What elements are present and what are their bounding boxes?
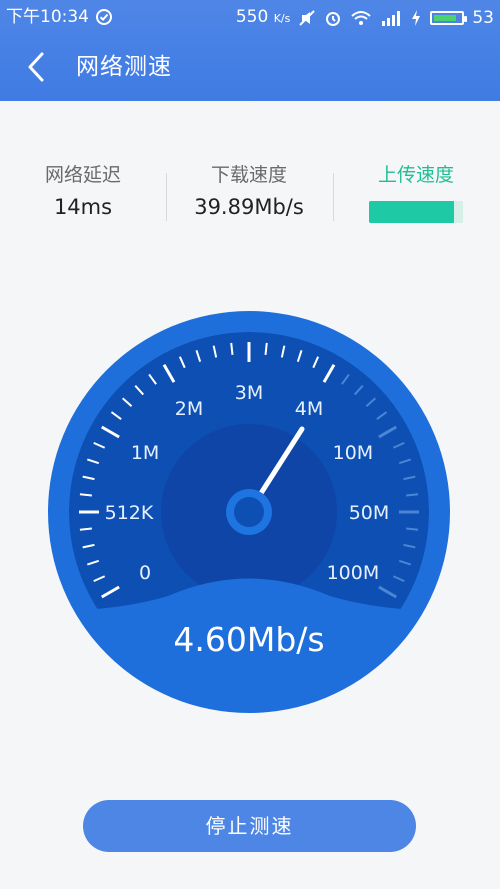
app-bar: 网络测速 — [0, 34, 500, 101]
download-value: 39.89Mb/s — [194, 195, 304, 219]
page-title: 网络测速 — [76, 54, 172, 80]
upload-progress-bar — [369, 201, 463, 223]
download-label: 下载速度 — [210, 164, 287, 186]
gauge-scale-label: 1M — [131, 442, 159, 464]
gauge-scale-label: 2M — [175, 398, 203, 420]
speed-reading: 4.60Mb/s — [173, 620, 324, 659]
stop-test-button[interactable]: 停止测速 — [83, 800, 416, 852]
gauge-scale-label: 0 — [139, 562, 151, 584]
header: 下午10:34 550 K/s 53 网络测速 — [0, 0, 500, 101]
download-stat: 下载速度 39.89Mb/s — [166, 160, 332, 219]
gauge-tick — [79, 527, 92, 531]
status-time: 下午10:34 — [6, 7, 89, 27]
mute-icon — [299, 10, 316, 26]
gauge-scale-label: 512K — [105, 502, 154, 524]
battery-percent: 53 — [472, 8, 494, 28]
upload-progress-fill — [369, 201, 454, 223]
latency-value: 14ms — [53, 195, 113, 219]
needle-hub-inner — [234, 497, 264, 527]
gauge-tick — [406, 527, 419, 531]
signal-icon — [382, 11, 401, 26]
gauge-tick — [230, 342, 234, 355]
charging-icon — [412, 10, 421, 26]
gauge-tick — [79, 493, 92, 497]
alarm-icon — [326, 12, 341, 26]
latency-label: 网络延迟 — [44, 164, 121, 186]
wifi-icon — [351, 11, 372, 25]
upload-stat: 上传速度 — [333, 160, 499, 187]
battery-icon — [430, 11, 468, 25]
gauge-scale-label: 50M — [349, 502, 390, 524]
gauge-tick — [264, 342, 268, 355]
gauge-scale-label: 3M — [235, 382, 263, 404]
speed-stats: 网络延迟 14ms 下载速度 39.89Mb/s 上传速度 — [0, 160, 500, 240]
gauge-scale-label: 10M — [333, 442, 374, 464]
speed-gauge: 0 512K 1M 2M 3M 4M 10M 50M 100M 4.60Mb/s — [48, 311, 450, 713]
gauge-tick — [406, 493, 419, 497]
gauge-scale-label: 100M — [327, 562, 380, 584]
gauge-scale-label: 4M — [295, 398, 323, 420]
status-bar: 下午10:34 550 K/s 53 — [0, 0, 500, 34]
net-speed: 550 K/s — [235, 7, 291, 27]
chevron-left-icon — [28, 52, 44, 82]
circle-check-icon — [96, 9, 112, 25]
upload-label: 上传速度 — [377, 164, 454, 186]
latency-stat: 网络延迟 14ms — [0, 160, 166, 219]
back-button[interactable] — [22, 50, 54, 84]
